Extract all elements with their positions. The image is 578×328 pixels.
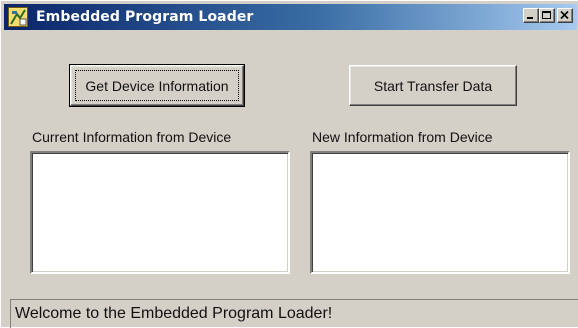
start-transfer-data-label: Start Transfer Data [373,77,493,94]
main-window: Embedded Program Loader Get Device Infor… [0,0,578,328]
close-icon [560,11,569,20]
new-information-label: New Information from Device [312,129,493,145]
maximize-button[interactable] [539,8,555,23]
title-bar[interactable]: Embedded Program Loader [4,4,577,30]
loader-app-icon[interactable] [8,7,28,27]
window-title: Embedded Program Loader [36,9,254,25]
maximize-icon [542,11,551,19]
focus-rectangle [75,70,239,101]
status-message: Welcome to the Embedded Program Loader! [15,305,333,322]
get-device-information-button[interactable]: Get Device Information [69,64,245,107]
close-button[interactable] [557,8,573,23]
current-information-label: Current Information from Device [32,129,232,145]
minimize-icon [527,17,533,19]
minimize-button[interactable] [523,8,539,23]
status-bar: Welcome to the Embedded Program Loader! [10,299,578,328]
new-information-box[interactable] [310,151,570,274]
current-information-box[interactable] [30,151,290,274]
start-transfer-data-button[interactable]: Start Transfer Data [349,65,517,106]
